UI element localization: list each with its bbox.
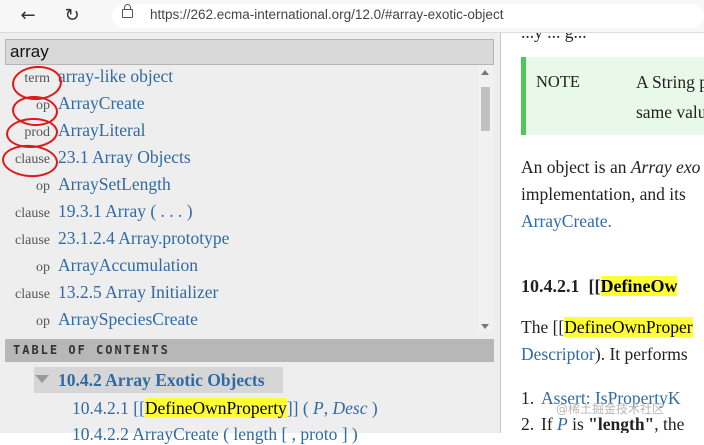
note-label: NOTE	[536, 72, 580, 91]
search-result[interactable]: op ArrayCreate	[0, 92, 470, 119]
toc-item-end: )	[371, 398, 378, 418]
cut-off-text: ...y ... g...	[521, 33, 587, 43]
search-highlight: DefineOwnProper	[564, 317, 693, 337]
search-highlight: DefineOw	[600, 276, 678, 296]
result-kind: clause	[15, 233, 50, 248]
param-p: P	[313, 398, 324, 418]
result-kind: op	[36, 179, 50, 194]
definition-line: The [[DefineOwnProper	[521, 317, 693, 337]
results-scrollbar[interactable]	[478, 65, 493, 333]
search-result[interactable]: op ArraySpeciesCreate	[0, 308, 470, 335]
note-text-line: A String p	[636, 72, 704, 92]
menu-search-input[interactable]: array	[5, 39, 494, 65]
lock-icon[interactable]	[122, 4, 133, 18]
result-kind: op	[36, 314, 50, 329]
search-result[interactable]: clause 23.1.2.4 Array.prototype	[0, 227, 470, 254]
reload-icon[interactable]: ↻	[58, 3, 86, 29]
collapse-triangle-icon[interactable]	[35, 375, 49, 383]
search-result[interactable]: op ArrayAccumulation	[0, 254, 470, 281]
param-sep: ,	[323, 398, 329, 418]
note-box: NOTE A String p same valu	[521, 57, 704, 135]
toc-header: TABLE OF CONTENTS	[5, 339, 494, 362]
scroll-down-arrow-icon[interactable]	[481, 324, 489, 329]
result-kind: clause	[15, 287, 50, 302]
paragraph-line: An object is an Array exo	[521, 157, 701, 177]
toc-item-array-exotic-objects[interactable]: 10.4.2 Array Exotic Objects	[58, 370, 265, 391]
result-kind: clause	[15, 206, 50, 221]
definition-line: Descriptor). It performs	[521, 344, 688, 364]
toc-item-rest: ]] (	[286, 398, 309, 418]
result-name[interactable]: ArraySetLength	[58, 174, 171, 195]
url-text[interactable]: https://262.ecma-international.org/12.0/…	[150, 7, 503, 22]
search-result[interactable]: clause 23.1 Array Objects	[0, 146, 470, 173]
step-number: 1.	[521, 388, 535, 408]
result-name[interactable]: ArrayCreate	[58, 93, 144, 114]
result-name[interactable]: 23.1 Array Objects	[58, 147, 191, 168]
result-name[interactable]: ArraySpeciesCreate	[58, 309, 198, 330]
scroll-up-arrow-icon[interactable]	[481, 70, 489, 75]
toc-item-arraycreate[interactable]: 10.4.2.2 ArrayCreate ( length [ , proto …	[72, 424, 358, 445]
result-name[interactable]: 23.1.2.4 Array.prototype	[58, 228, 229, 249]
toc-item-number: 10.4.2.1 [[	[72, 398, 145, 418]
search-result[interactable]: clause 19.3.1 Array ( . . . )	[0, 200, 470, 227]
spec-content-pane: ...y ... g... NOTE A String p same valu …	[501, 33, 704, 433]
search-result[interactable]: op ArraySetLength	[0, 173, 470, 200]
result-name[interactable]: ArrayLiteral	[58, 120, 145, 141]
address-bar[interactable]: https://262.ecma-international.org/12.0/…	[112, 4, 704, 28]
toc-item-defineownproperty[interactable]: 10.4.2.1 [[DefineOwnProperty]] ( P, Desc…	[72, 398, 378, 419]
back-arrow-icon[interactable]: ←	[14, 3, 42, 29]
step-number: 2.	[521, 414, 535, 433]
scrollbar-thumb[interactable]	[481, 87, 490, 131]
descriptor-link[interactable]: Descriptor	[521, 344, 595, 364]
spec-menu-pane: array term array-like object op ArrayCre…	[0, 33, 500, 444]
result-name[interactable]: array-like object	[58, 66, 173, 87]
search-result[interactable]: term array-like object	[0, 65, 470, 92]
result-kind: op	[36, 260, 50, 275]
search-result[interactable]: prod ArrayLiteral	[0, 119, 470, 146]
param-desc: Desc	[332, 398, 368, 418]
note-text-line: same valu	[636, 102, 704, 122]
paragraph-line: implementation, and its	[521, 184, 686, 204]
browser-toolbar: ← ↻ https://262.ecma-international.org/1…	[0, 0, 704, 33]
watermark-text: @稀土掘金技术社区	[556, 402, 665, 416]
search-results-list: term array-like object op ArrayCreate pr…	[0, 65, 478, 335]
result-name[interactable]: ArrayAccumulation	[58, 255, 198, 276]
section-heading: 10.4.2.1 [[DefineOw	[521, 276, 678, 296]
result-name[interactable]: 13.2.5 Array Initializer	[58, 282, 218, 303]
result-name[interactable]: 19.3.1 Array ( . . . )	[58, 201, 193, 222]
search-highlight: DefineOwnProperty	[144, 398, 287, 418]
arraycreate-link[interactable]: ArrayCreate.	[521, 211, 612, 232]
search-result[interactable]: clause 13.2.5 Array Initializer	[0, 281, 470, 308]
